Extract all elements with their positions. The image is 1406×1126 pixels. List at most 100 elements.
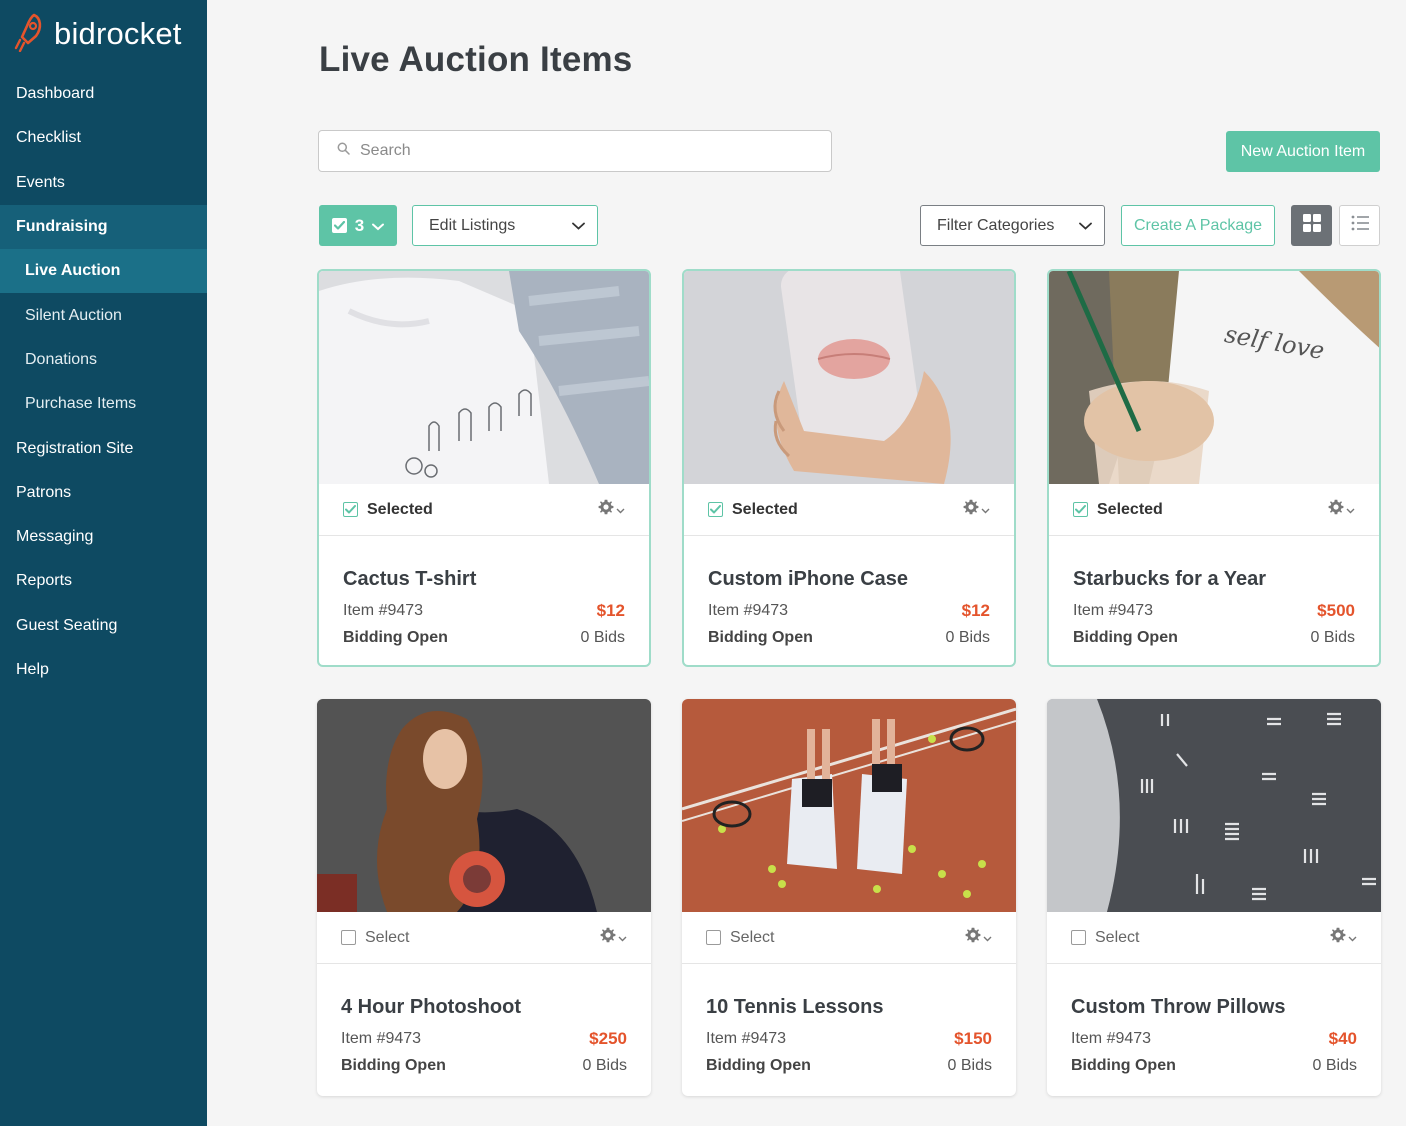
checkbox-empty-icon [1071,930,1086,945]
cactus-tshirt-photo [319,271,649,484]
search-input[interactable] [360,142,800,160]
gear-icon [600,927,616,948]
item-number: Item #9473 [343,602,424,619]
select-label: Select [1095,928,1140,946]
gear-icon [1330,927,1346,948]
checkbox-empty-icon [341,930,356,945]
select-checkbox[interactable]: Selected [708,501,798,519]
bidding-status: Bidding Open [708,629,813,646]
sidebar-item-reports[interactable]: Reports [0,559,207,603]
bid-count: 0 Bids [580,629,625,646]
chevron-down-icon [1346,501,1355,519]
bid-count: 0 Bids [1312,1057,1357,1074]
chevron-down-icon [372,216,385,236]
item-title: Custom iPhone Case [708,568,909,590]
bid-count: 0 Bids [582,1057,627,1074]
bid-count: 0 Bids [1310,629,1355,646]
bulk-select-dropdown[interactable]: 3 [319,205,397,246]
sidebar-item-fundraising[interactable]: Fundraising [0,204,207,250]
gear-menu-button[interactable] [965,927,992,948]
sidebar-item-messaging[interactable]: Messaging [0,515,207,559]
gear-menu-button[interactable] [963,499,990,520]
select-label: Select [730,928,775,946]
select-checkbox[interactable]: Selected [343,501,433,519]
brand-name: bidrocket [54,16,182,51]
bidding-status: Bidding Open [1073,629,1178,646]
logo[interactable]: bidrocket [14,12,182,56]
select-checkbox[interactable]: Select [1071,929,1139,947]
rocket-icon [14,12,44,57]
sidebar: bidrocket Dashboard Checklist Events Fun… [0,0,207,1126]
gear-icon [965,927,981,948]
chevron-down-icon [1079,217,1092,235]
search-box [318,130,832,172]
checkbox-empty-icon [706,930,721,945]
gear-icon [598,499,614,520]
bid-count: 0 Bids [947,1057,992,1074]
sidebar-item-checklist[interactable]: Checklist [0,116,207,160]
sidebar-item-silent-auction[interactable]: Silent Auction [0,293,207,337]
checkbox-checked-icon [331,218,347,233]
list-view-button[interactable] [1339,205,1380,246]
sidebar-item-registration-site[interactable]: Registration Site [0,426,207,470]
item-price: $250 [589,1029,627,1048]
select-checkbox[interactable]: Select [341,929,409,947]
auction-item-card[interactable]: self love Selected Starbucks for a Year … [1047,269,1381,667]
select-checkbox[interactable]: Select [706,929,774,947]
checkbox-checked-icon [1073,502,1088,517]
card-select-bar: Selected [319,484,649,536]
select-label: Selected [732,500,798,518]
item-price: $12 [961,601,990,620]
card-select-bar: Select [317,912,651,964]
gear-menu-button[interactable] [600,927,627,948]
item-number: Item #9473 [708,602,789,619]
bidding-status: Bidding Open [341,1057,446,1074]
select-label: Selected [1097,500,1163,518]
item-price: $500 [1317,601,1355,620]
sidebar-item-dashboard[interactable]: Dashboard [0,72,207,116]
sidebar-item-live-auction[interactable]: Live Auction [0,249,207,294]
chevron-down-icon [572,217,585,235]
sidebar-item-purchase-items[interactable]: Purchase Items [0,382,207,426]
checkbox-checked-icon [708,502,723,517]
bidding-status: Bidding Open [1071,1057,1176,1074]
item-title: 10 Tennis Lessons [706,996,884,1018]
selected-count: 3 [354,215,365,235]
bid-count: 0 Bids [945,629,990,646]
new-auction-item-button[interactable]: New Auction Item [1226,131,1380,172]
auction-item-card[interactable]: Select Custom Throw Pillows Item #9473 $4… [1047,699,1381,1096]
sidebar-item-help[interactable]: Help [0,648,207,692]
chevron-down-icon [1348,929,1357,947]
auction-item-card[interactable]: Selected Cactus T-shirt Item #9473 $12 Bi… [317,269,651,667]
item-number: Item #9473 [706,1030,787,1047]
card-select-bar: Selected [684,484,1014,536]
grid-view-button[interactable] [1291,205,1332,246]
bidding-status: Bidding Open [706,1057,811,1074]
card-select-bar: Select [682,912,1016,964]
edit-listings-label: Edit Listings [429,216,516,234]
chevron-down-icon [618,929,627,947]
sidebar-item-events[interactable]: Events [0,161,207,205]
filter-categories-dropdown[interactable]: Filter Categories [920,205,1105,246]
sidebar-item-guest-seating[interactable]: Guest Seating [0,604,207,648]
gear-menu-button[interactable] [1330,927,1357,948]
create-package-button[interactable]: Create A Package [1121,205,1275,246]
select-label: Selected [367,500,433,518]
pillow-photo [1047,699,1381,912]
item-price: $150 [954,1029,992,1048]
tennis-photo [682,699,1016,912]
card-select-bar: Selected [1049,484,1379,536]
bidding-status: Bidding Open [343,629,448,646]
sidebar-item-donations[interactable]: Donations [0,338,207,382]
page-title: Live Auction Items [319,40,633,79]
sidebar-item-patrons[interactable]: Patrons [0,471,207,515]
gear-menu-button[interactable] [1328,499,1355,520]
grid-icon [1302,214,1321,237]
gear-menu-button[interactable] [598,499,625,520]
auction-item-card[interactable]: Select 10 Tennis Lessons Item #9473 $150 … [682,699,1016,1096]
chevron-down-icon [616,501,625,519]
edit-listings-dropdown[interactable]: Edit Listings [412,205,598,246]
auction-item-card[interactable]: Selected Custom iPhone Case Item #9473 $1… [682,269,1016,667]
auction-item-card[interactable]: Select 4 Hour Photoshoot Item #9473 $250 … [317,699,651,1096]
select-checkbox[interactable]: Selected [1073,501,1163,519]
